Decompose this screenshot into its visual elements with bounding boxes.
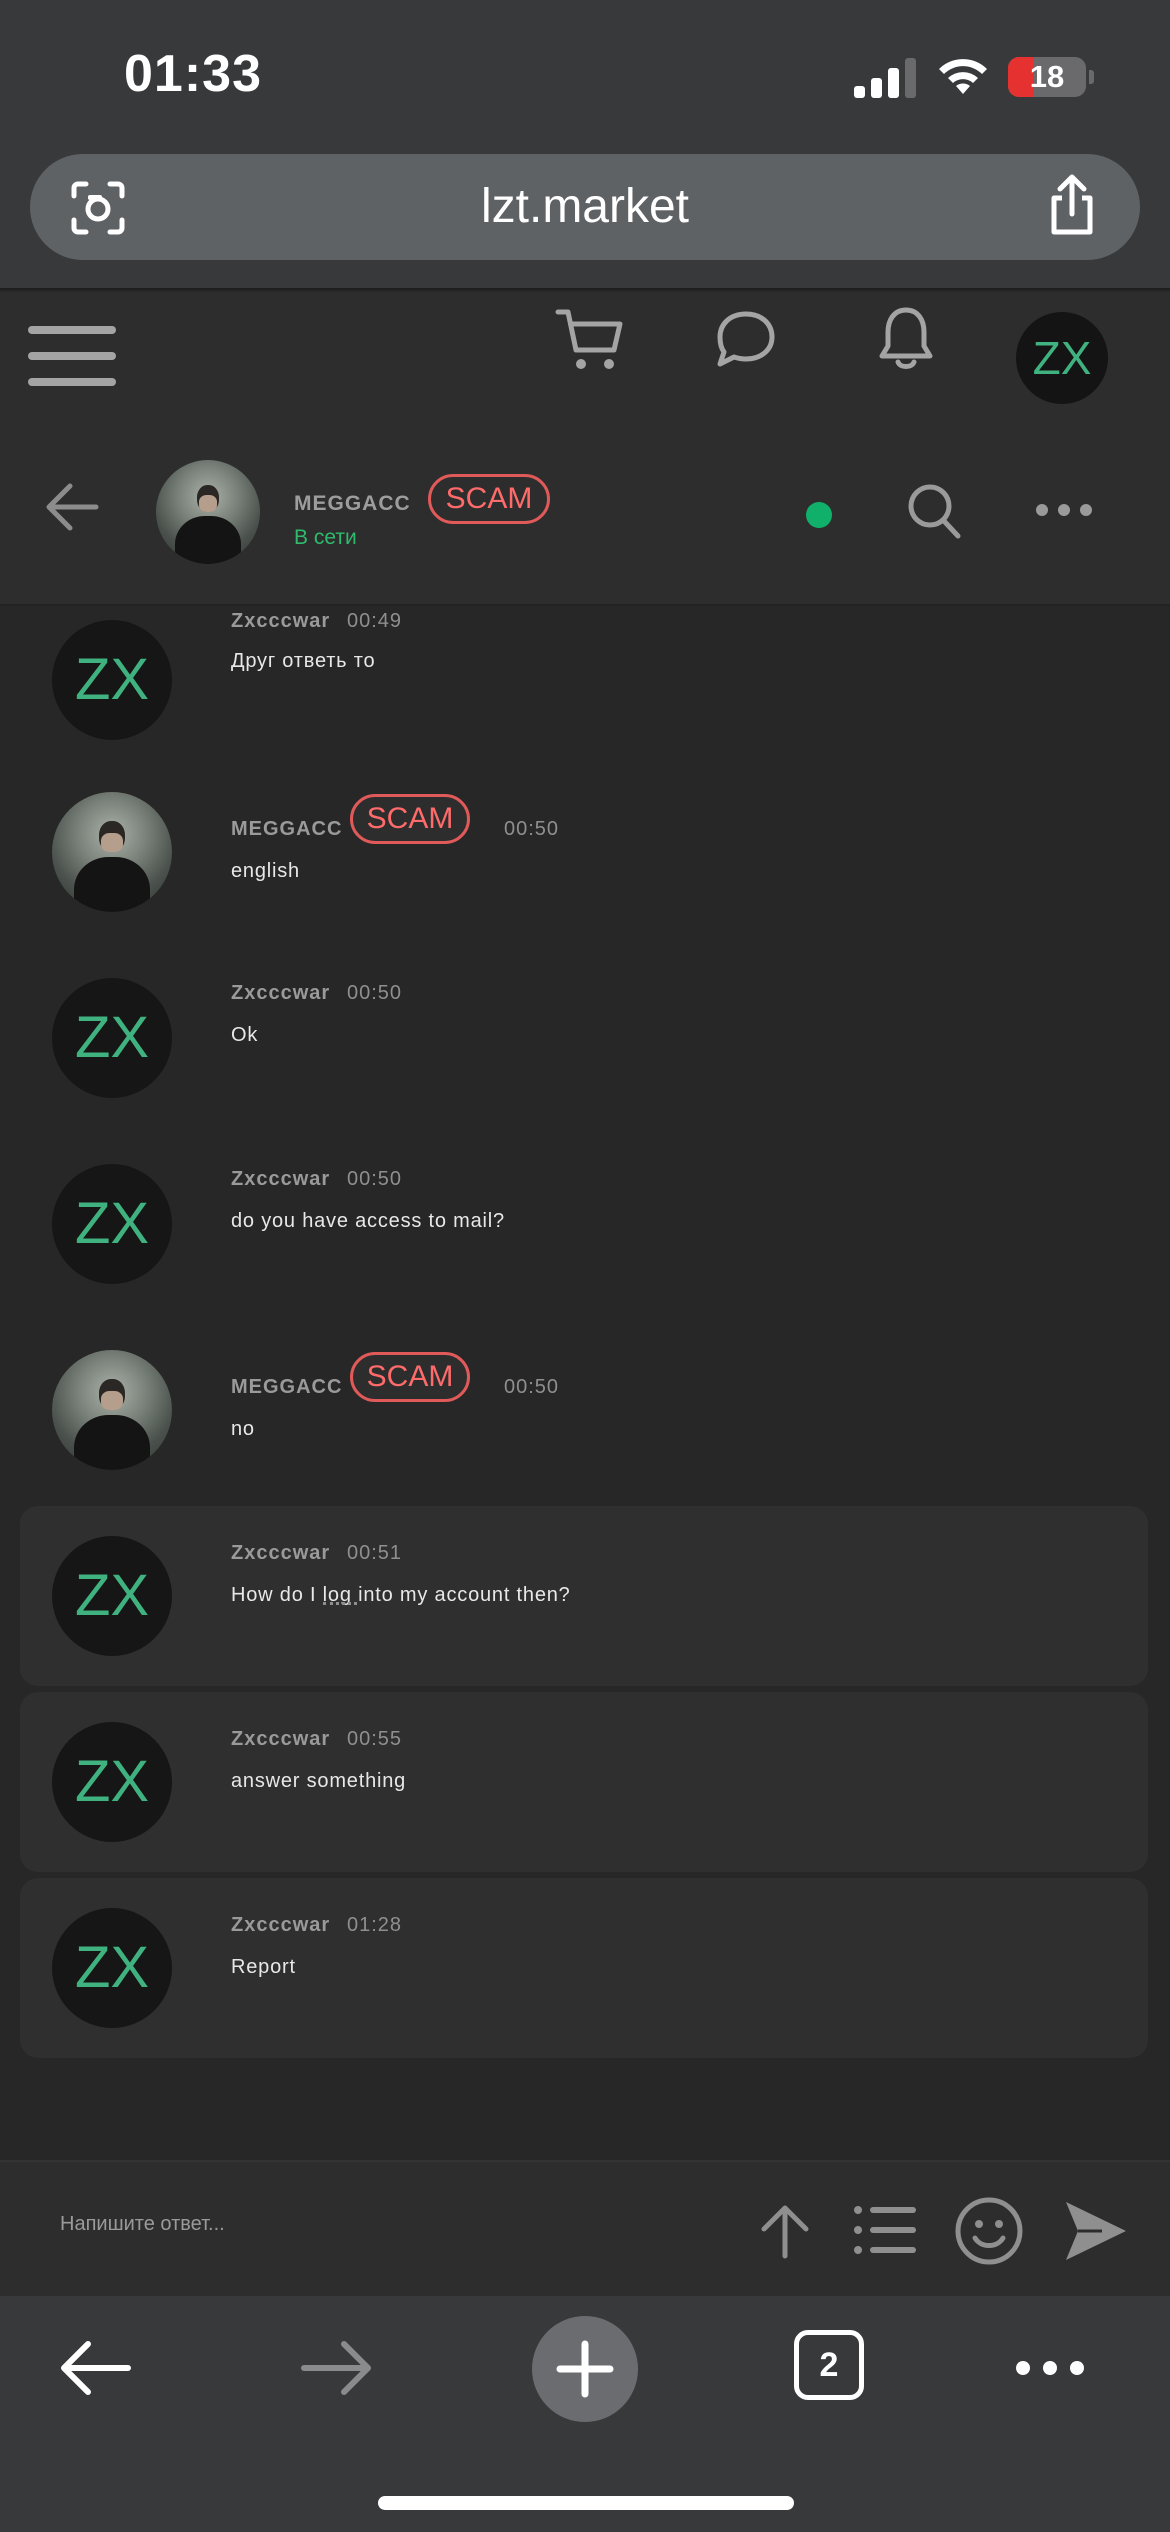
more-icon[interactable]	[1034, 498, 1094, 522]
message-time: 00:55	[347, 1728, 403, 1750]
message-time: 00:50	[504, 1376, 560, 1398]
search-icon[interactable]	[906, 482, 962, 540]
cart-icon[interactable]	[554, 304, 626, 376]
share-icon[interactable]	[1042, 174, 1102, 238]
reply-composer	[0, 2160, 1170, 2296]
chat-header: MEGGACC SCAM В сети	[0, 422, 1170, 606]
bell-icon[interactable]	[874, 304, 938, 374]
site-header: ZX	[0, 292, 1170, 422]
chat-icon[interactable]	[714, 308, 778, 370]
peer-name[interactable]: MEGGACC	[294, 492, 411, 516]
message-author[interactable]: Zxcccwar	[231, 1914, 330, 1937]
author-avatar[interactable]	[52, 792, 172, 912]
message-text: no	[231, 1418, 255, 1440]
user-avatar[interactable]: ZX	[1016, 312, 1108, 404]
forward-icon[interactable]	[300, 2338, 374, 2398]
status-time: 01:33	[124, 45, 262, 103]
more-icon[interactable]	[1014, 2356, 1086, 2380]
message-item: ZX Zxcccwar 01:28 Report	[20, 1878, 1148, 2058]
message-author[interactable]: Zxcccwar	[231, 610, 330, 633]
message-time: 00:50	[504, 818, 560, 840]
message-time: 01:28	[347, 1914, 403, 1936]
message-author[interactable]: Zxcccwar	[231, 1542, 330, 1565]
message-text: Report	[231, 1956, 296, 1978]
message-text: do you have access to mail?	[231, 1210, 505, 1232]
status-bar: 01:33 18	[0, 0, 1170, 150]
message-item: ZX Zxcccwar 00:50 do you have access to …	[20, 1148, 1148, 1328]
battery-level: 18	[1029, 59, 1065, 94]
message-list: ZX Zxcccwar 00:49 Друг ответь то MEGGACC…	[0, 606, 1170, 2160]
url-text: lzt.market	[480, 180, 690, 233]
message-time: 00:50	[347, 1168, 403, 1190]
message-item: ZX Zxcccwar 00:50 Ok	[20, 962, 1148, 1142]
online-dot-icon	[806, 502, 832, 528]
battery-icon: 18	[1008, 57, 1086, 97]
message-item: MEGGACC SCAM 00:50 english	[20, 776, 1148, 956]
message-author[interactable]: Zxcccwar	[231, 1168, 330, 1191]
message-text: How do I log into my account then?	[231, 1584, 571, 1606]
scam-badge: SCAM	[350, 794, 470, 844]
scam-badge: SCAM	[428, 474, 550, 524]
author-avatar[interactable]: ZX	[52, 1164, 172, 1284]
message-item: MEGGACC SCAM 00:50 no	[20, 1334, 1148, 1514]
browser-toolbar: 2	[0, 2296, 1170, 2532]
message-time: 00:50	[347, 982, 403, 1004]
peer-status: В сети	[294, 526, 357, 549]
author-avatar[interactable]: ZX	[52, 978, 172, 1098]
emoji-icon[interactable]	[954, 2196, 1024, 2266]
tabs-icon[interactable]: 2	[794, 2330, 864, 2400]
author-avatar[interactable]	[52, 1350, 172, 1470]
signal-icon	[854, 58, 916, 98]
back-icon[interactable]	[58, 2338, 132, 2398]
spelling-underline	[323, 1602, 357, 1605]
plus-icon	[556, 2340, 614, 2398]
new-tab-button[interactable]	[532, 2316, 638, 2422]
author-avatar[interactable]: ZX	[52, 1536, 172, 1656]
browser-address-area: lzt.market	[0, 150, 1170, 290]
message-text: english	[231, 860, 300, 882]
back-arrow-icon[interactable]	[44, 480, 100, 534]
message-text: Друг ответь то	[231, 650, 376, 672]
message-author[interactable]: MEGGACC	[231, 818, 342, 841]
message-item: ZX Zxcccwar 00:55 answer something	[20, 1692, 1148, 1872]
scam-badge: SCAM	[350, 1352, 470, 1402]
author-avatar[interactable]: ZX	[52, 1722, 172, 1842]
message-item: ZX Zxcccwar 00:51 How do I log into my a…	[20, 1506, 1148, 1686]
reply-input[interactable]	[60, 2204, 700, 2244]
message-item: ZX Zxcccwar 00:49 Друг ответь то	[20, 588, 1148, 768]
peer-avatar[interactable]	[156, 460, 260, 564]
author-avatar[interactable]: ZX	[52, 1908, 172, 2028]
address-bar[interactable]: lzt.market	[30, 154, 1140, 260]
send-icon[interactable]	[1062, 2198, 1128, 2264]
message-time: 00:49	[347, 610, 403, 632]
message-author[interactable]: MEGGACC	[231, 1376, 342, 1399]
wifi-icon	[939, 59, 987, 94]
menu-icon[interactable]	[28, 316, 116, 396]
message-author[interactable]: Zxcccwar	[231, 982, 330, 1005]
message-time: 00:51	[347, 1542, 403, 1564]
message-author[interactable]: Zxcccwar	[231, 1728, 330, 1751]
message-text: Ok	[231, 1024, 259, 1046]
home-indicator[interactable]	[378, 2496, 794, 2510]
up-arrow-icon[interactable]	[756, 2202, 814, 2260]
author-avatar[interactable]: ZX	[52, 620, 172, 740]
list-icon[interactable]	[852, 2202, 918, 2258]
message-text: answer something	[231, 1770, 407, 1792]
